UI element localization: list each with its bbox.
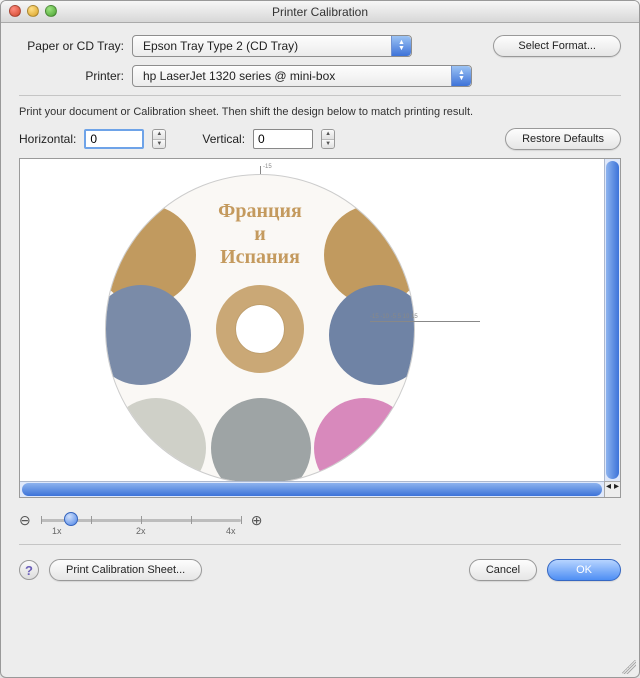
dropdown-arrows-icon: ▲▼	[451, 66, 471, 86]
footer-row: ? Print Calibration Sheet... Cancel OK	[19, 559, 621, 581]
disc-art-photo	[211, 398, 311, 481]
help-button[interactable]: ?	[19, 560, 39, 580]
instruction-text: Print your document or Calibration sheet…	[19, 106, 621, 118]
titlebar: Printer Calibration	[1, 1, 639, 23]
disc-preview: Франция и Испания	[105, 174, 415, 481]
content-area: Paper or CD Tray: Epson Tray Type 2 (CD …	[1, 23, 639, 591]
vertical-scrollbar[interactable]	[604, 159, 620, 481]
tray-row: Paper or CD Tray: Epson Tray Type 2 (CD …	[19, 35, 621, 57]
disc-art-photo	[314, 398, 414, 481]
disc-title: Франция и Испания	[106, 200, 414, 269]
close-icon[interactable]	[9, 5, 21, 17]
disc-art-photo	[106, 398, 206, 481]
disc-hole	[235, 304, 285, 354]
separator	[19, 95, 621, 96]
scroll-corner: ◂▸	[604, 481, 620, 497]
tray-select[interactable]: Epson Tray Type 2 (CD Tray) ▲▼	[132, 35, 412, 57]
stepper-down-icon[interactable]: ▼	[322, 140, 334, 149]
zoom-icon[interactable]	[45, 5, 57, 17]
tray-label: Paper or CD Tray:	[19, 39, 124, 53]
zoom-tick-label: 4x	[226, 526, 236, 536]
vertical-stepper[interactable]: ▲ ▼	[321, 129, 335, 149]
dropdown-arrows-icon: ▲▼	[391, 36, 411, 56]
stepper-up-icon[interactable]: ▲	[153, 130, 165, 140]
disc-art-photo	[105, 285, 191, 385]
zoom-slider[interactable]: 1x 2x 4x	[41, 510, 241, 530]
printer-value: hp LaserJet 1320 series @ mini-box	[143, 69, 335, 83]
window-controls	[9, 5, 57, 17]
horizontal-scrollbar[interactable]	[20, 481, 604, 497]
scroll-thumb[interactable]	[606, 161, 619, 479]
print-calibration-sheet-button[interactable]: Print Calibration Sheet...	[49, 559, 202, 581]
preview-panel: -15 -5 Франция и Испания	[19, 158, 621, 498]
scroll-thumb[interactable]	[22, 483, 602, 496]
stepper-down-icon[interactable]: ▼	[153, 140, 165, 149]
printer-row: Printer: hp LaserJet 1320 series @ mini-…	[19, 65, 621, 87]
vertical-label: Vertical:	[202, 132, 245, 146]
zoom-tick-label: 1x	[52, 526, 62, 536]
separator	[19, 544, 621, 545]
printer-select[interactable]: hp LaserJet 1320 series @ mini-box ▲▼	[132, 65, 472, 87]
stepper-up-icon[interactable]: ▲	[322, 130, 334, 140]
horizontal-label: Horizontal:	[19, 132, 76, 146]
zoom-in-icon[interactable]: ⊕	[251, 512, 263, 529]
cancel-button[interactable]: Cancel	[469, 559, 537, 581]
preview-canvas[interactable]: -15 -5 Франция и Испания	[20, 159, 604, 481]
tray-value: Epson Tray Type 2 (CD Tray)	[143, 39, 298, 53]
printer-label: Printer:	[19, 69, 124, 83]
offset-row: Horizontal: ▲ ▼ Vertical: ▲ ▼ Restore De…	[19, 128, 621, 150]
horizontal-stepper[interactable]: ▲ ▼	[152, 129, 166, 149]
restore-defaults-button[interactable]: Restore Defaults	[505, 128, 621, 150]
dialog-window: Printer Calibration Paper or CD Tray: Ep…	[0, 0, 640, 678]
resize-handle[interactable]	[622, 660, 636, 674]
disc-art-photo	[329, 285, 415, 385]
slider-knob[interactable]	[64, 512, 78, 526]
minimize-icon[interactable]	[27, 5, 39, 17]
ok-button[interactable]: OK	[547, 559, 621, 581]
zoom-tick-label: 2x	[136, 526, 146, 536]
zoom-control: ⊖ 1x 2x 4x ⊕	[19, 510, 621, 530]
vertical-input[interactable]	[253, 129, 313, 149]
horizontal-input[interactable]	[84, 129, 144, 149]
window-title: Printer Calibration	[9, 5, 631, 19]
zoom-out-icon[interactable]: ⊖	[19, 512, 31, 529]
horizontal-ruler: -15 -10 -5 5 10 15	[370, 321, 480, 331]
select-format-button[interactable]: Select Format...	[493, 35, 621, 57]
